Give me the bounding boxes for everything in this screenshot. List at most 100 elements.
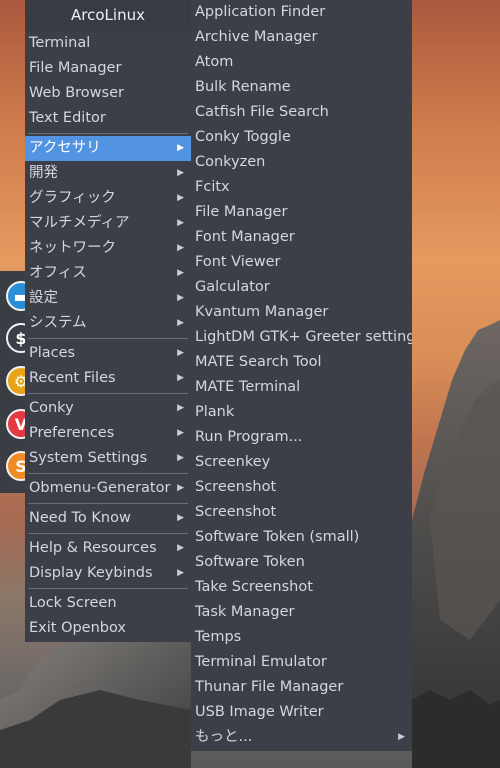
submenu-arrow-icon: ▶ xyxy=(177,373,184,383)
submenu-item-bulk-rename[interactable]: Bulk Rename xyxy=(191,75,412,100)
submenu-item-label: Kvantum Manager xyxy=(195,304,329,320)
submenu-item-mate-search-tool[interactable]: MATE Search Tool xyxy=(191,350,412,375)
menu-item-item-10[interactable]: 設定 ▶ xyxy=(25,286,191,311)
submenu-item-thunar-file-manager[interactable]: Thunar File Manager xyxy=(191,675,412,700)
menu-title: ArcoLinux xyxy=(25,0,191,31)
submenu-item-software-token-small[interactable]: Software Token (small) xyxy=(191,525,412,550)
menu-item-item-6[interactable]: グラフィック ▶ xyxy=(25,186,191,211)
submenu-item-archive-manager[interactable]: Archive Manager xyxy=(191,25,412,50)
submenu-arrow-icon: ▶ xyxy=(177,218,184,228)
submenu-item-label: Take Screenshot xyxy=(195,579,313,595)
submenu-item-label: Bulk Rename xyxy=(195,79,291,95)
submenu-item-label: LightDM GTK+ Greeter settings xyxy=(195,329,412,345)
menu-item-web-browser[interactable]: Web Browser xyxy=(25,81,191,106)
menu-item-help-resources[interactable]: Help & Resources ▶ xyxy=(25,536,191,561)
submenu-item-application-finder[interactable]: Application Finder xyxy=(191,0,412,25)
menu-separator xyxy=(28,133,188,134)
menu-item-label: Conky xyxy=(29,400,74,416)
openbox-root-menu: ArcoLinux Terminal File Manager Web Browse… xyxy=(25,0,191,642)
menu-item-conky[interactable]: Conky ▶ xyxy=(25,396,191,421)
menu-item-item-7[interactable]: マルチメディア ▶ xyxy=(25,211,191,236)
submenu-arrow-icon: ▶ xyxy=(177,168,184,178)
submenu-item-conky-toggle[interactable]: Conky Toggle xyxy=(191,125,412,150)
submenu-item-fcitx[interactable]: Fcitx xyxy=(191,175,412,200)
submenu-item-catfish-file-search[interactable]: Catfish File Search xyxy=(191,100,412,125)
menu-item-label: アクセサリ xyxy=(29,140,101,156)
submenu-item-atom[interactable]: Atom xyxy=(191,50,412,75)
menu-item-label: システム xyxy=(29,315,87,331)
menu-item-label: Places xyxy=(29,345,76,361)
submenu-item-label: Application Finder xyxy=(195,4,326,20)
menu-item-places[interactable]: Places ▶ xyxy=(25,341,191,366)
menu-item-need-to-know[interactable]: Need To Know ▶ xyxy=(25,506,191,531)
submenu-arrow-icon: ▶ xyxy=(177,318,184,328)
menu-separator xyxy=(28,338,188,339)
submenu-item-label: File Manager xyxy=(195,204,288,220)
menu-item-exit-openbox[interactable]: Exit Openbox xyxy=(25,616,191,641)
submenu-arrow-icon: ▶ xyxy=(398,732,405,742)
menu-item-preferences[interactable]: Preferences ▶ xyxy=(25,421,191,446)
menu-item-label: Text Editor xyxy=(29,110,106,126)
submenu-arrow-icon: ▶ xyxy=(177,483,184,493)
submenu-item-temps[interactable]: Temps xyxy=(191,625,412,650)
submenu-item-lightdm-gtk-greeter-settings[interactable]: LightDM GTK+ Greeter settings xyxy=(191,325,412,350)
submenu-item-screenshot[interactable]: Screenshot xyxy=(191,475,412,500)
submenu-item-label: Terminal Emulator xyxy=(195,654,327,670)
submenu-item-kvantum-manager[interactable]: Kvantum Manager xyxy=(191,300,412,325)
submenu-item-galculator[interactable]: Galculator xyxy=(191,275,412,300)
submenu-item-label: Task Manager xyxy=(195,604,295,620)
menu-item-label: Display Keybinds xyxy=(29,565,153,581)
menu-item-label: Lock Screen xyxy=(29,595,117,611)
side-dock: ▬ $ ⚙ V S xyxy=(0,271,36,493)
submenu-item-label: Conkyzen xyxy=(195,154,266,170)
menu-item-label: マルチメディア xyxy=(29,215,130,231)
menu-item-recent-files[interactable]: Recent Files ▶ xyxy=(25,366,191,391)
menu-item-item-9[interactable]: オフィス ▶ xyxy=(25,261,191,286)
submenu-item-run-program[interactable]: Run Program... xyxy=(191,425,412,450)
menu-item-file-manager[interactable]: File Manager xyxy=(25,56,191,81)
submenu-item-font-viewer[interactable]: Font Viewer xyxy=(191,250,412,275)
submenu-arrow-icon: ▶ xyxy=(177,193,184,203)
menu-item-item-4[interactable]: アクセサリ ▶ xyxy=(25,136,191,161)
submenu-item-plank[interactable]: Plank xyxy=(191,400,412,425)
menu-item-label: System Settings xyxy=(29,450,148,466)
submenu-item-more[interactable]: もっと... ▶ xyxy=(191,725,412,750)
submenu-arrow-icon: ▶ xyxy=(177,143,184,153)
submenu-item-label: Archive Manager xyxy=(195,29,318,45)
submenu-item-mate-terminal[interactable]: MATE Terminal xyxy=(191,375,412,400)
menu-item-label: Terminal xyxy=(29,35,91,51)
submenu-item-label: MATE Terminal xyxy=(195,379,301,395)
menu-item-item-5[interactable]: 開発 ▶ xyxy=(25,161,191,186)
menu-item-obmenu-generator[interactable]: Obmenu-Generator ▶ xyxy=(25,476,191,501)
menu-item-item-8[interactable]: ネットワーク ▶ xyxy=(25,236,191,261)
submenu-item-label: Temps xyxy=(195,629,242,645)
menu-item-text-editor[interactable]: Text Editor xyxy=(25,106,191,131)
submenu-item-font-manager[interactable]: Font Manager xyxy=(191,225,412,250)
submenu-arrow-icon: ▶ xyxy=(177,243,184,253)
submenu-item-label: Screenshot xyxy=(195,479,277,495)
submenu-item-label: MATE Search Tool xyxy=(195,354,322,370)
submenu-item-file-manager[interactable]: File Manager xyxy=(191,200,412,225)
menu-item-display-keybinds[interactable]: Display Keybinds ▶ xyxy=(25,561,191,586)
menu-item-label: Exit Openbox xyxy=(29,620,127,636)
submenu-item-screenshot[interactable]: Screenshot xyxy=(191,500,412,525)
menu-item-terminal[interactable]: Terminal xyxy=(25,31,191,56)
menu-item-item-11[interactable]: システム ▶ xyxy=(25,311,191,336)
submenu-item-take-screenshot[interactable]: Take Screenshot xyxy=(191,575,412,600)
menu-item-lock-screen[interactable]: Lock Screen xyxy=(25,591,191,616)
menu-separator xyxy=(28,503,188,504)
submenu-item-task-manager[interactable]: Task Manager xyxy=(191,600,412,625)
submenu-item-terminal-emulator[interactable]: Terminal Emulator xyxy=(191,650,412,675)
submenu-item-usb-image-writer[interactable]: USB Image Writer xyxy=(191,700,412,725)
submenu-item-software-token[interactable]: Software Token xyxy=(191,550,412,575)
submenu-arrow-icon: ▶ xyxy=(177,453,184,463)
submenu-item-label: Font Viewer xyxy=(195,254,281,270)
submenu-arrow-icon: ▶ xyxy=(177,293,184,303)
menu-item-system-settings[interactable]: System Settings ▶ xyxy=(25,446,191,471)
menu-item-label: 開発 xyxy=(29,165,58,181)
menu-item-label: グラフィック xyxy=(29,190,116,206)
menu-item-label: Recent Files xyxy=(29,370,116,386)
submenu-item-screenkey[interactable]: Screenkey xyxy=(191,450,412,475)
submenu-item-conkyzen[interactable]: Conkyzen xyxy=(191,150,412,175)
submenu-item-label: Software Token (small) xyxy=(195,529,360,545)
